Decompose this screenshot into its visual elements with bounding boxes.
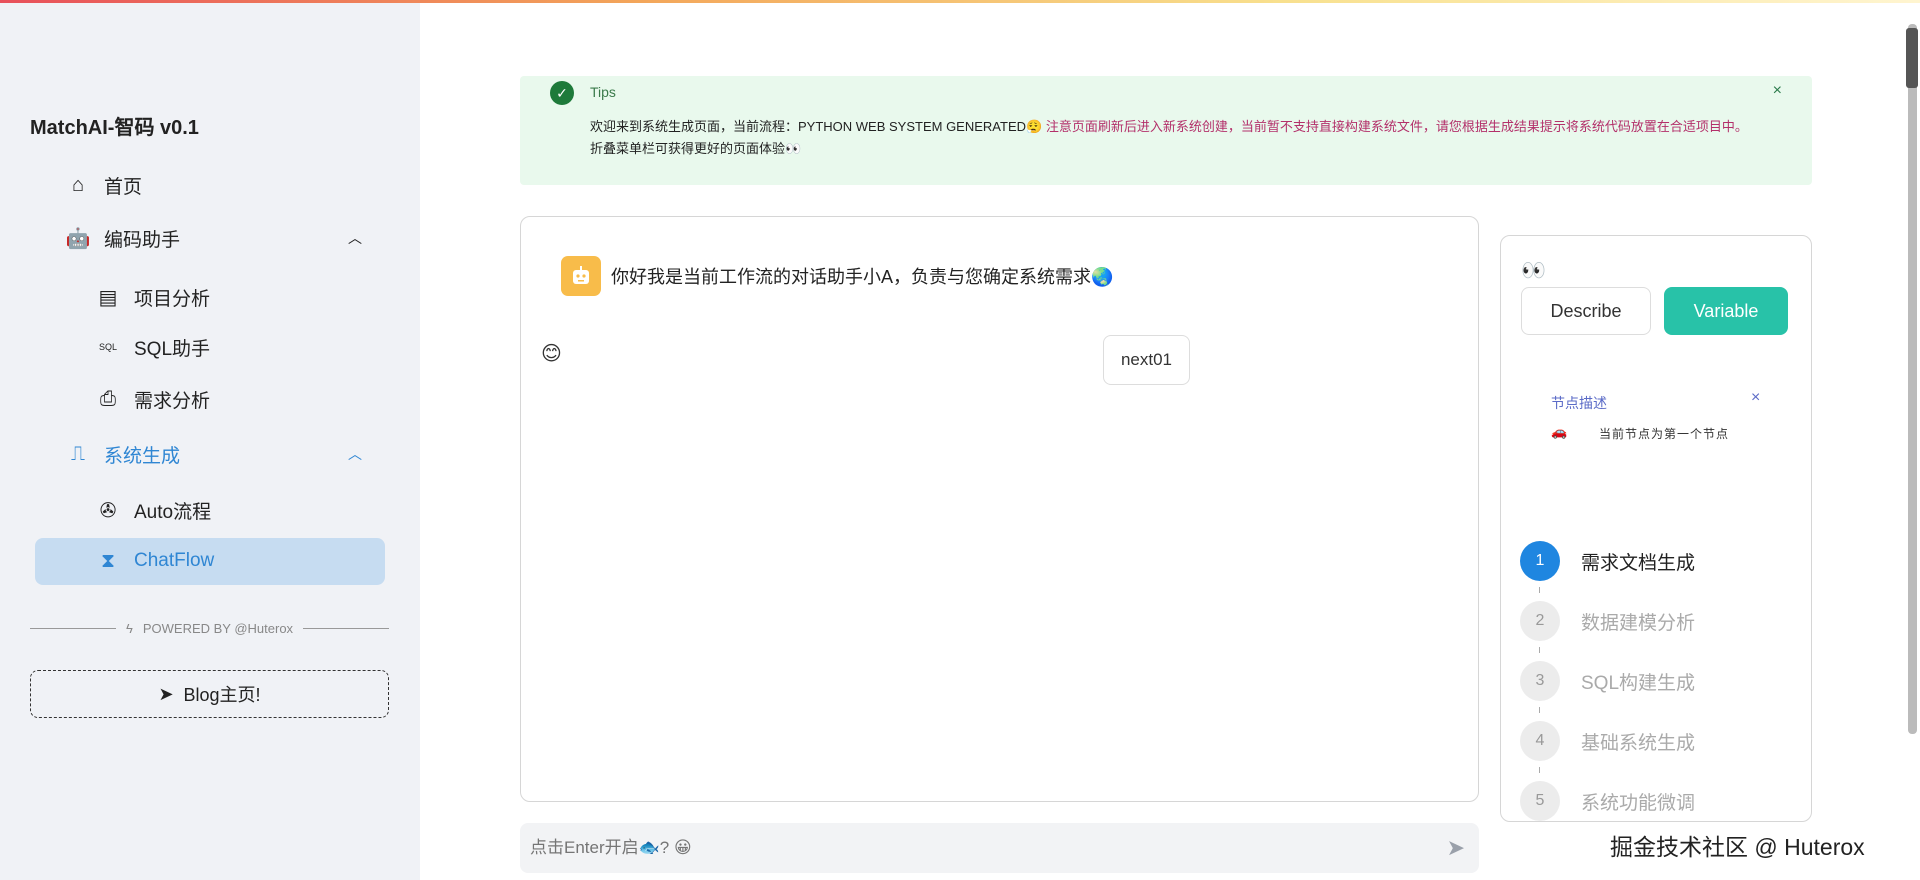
step-connector (1539, 767, 1540, 773)
sidebar-item-coding-assistant[interactable]: 🤖 编码助手 ︿ (64, 216, 362, 260)
step-2: 2 数据建模分析 (1520, 601, 1695, 641)
sidebar-item-home[interactable]: ⌂ 首页 (64, 163, 142, 207)
eyes-emoji: 👀 (1521, 260, 1546, 282)
label: 需求分析 (134, 390, 211, 412)
node-description-title: 节点描述 (1551, 395, 1607, 411)
step-number: 4 (1520, 721, 1560, 761)
sidebar-item-auto-flow[interactable]: ✇ Auto流程 (94, 488, 211, 532)
check-circle-icon: ✓ (550, 81, 574, 105)
home-icon: ⌂ (71, 173, 85, 196)
divider (303, 628, 390, 629)
sidebar-item-sql-assistant[interactable]: SQL SQL助手 (94, 325, 210, 369)
comment-icon: ▤ (98, 286, 118, 309)
blog-label: Blog主页! (183, 685, 261, 705)
tips-warning: 注意页面刷新后进入新系统创建，当前暂不支持直接构建系统文件，请您根据生成结果提示… (1045, 119, 1748, 134)
sidebar-item-project-analysis[interactable]: ▤ 项目分析 (94, 275, 210, 319)
sidebar-item-chatflow[interactable]: ⧗ ChatFlow (94, 539, 214, 583)
step-number: 3 (1520, 661, 1560, 701)
powered-text: POWERED BY @Huterox (142, 621, 294, 636)
describe-button[interactable]: Describe (1521, 287, 1651, 335)
send-icon[interactable]: ➤ (1447, 835, 1465, 861)
tips-tail: 折叠菜单栏可获得更好的页面体验👀 (590, 141, 802, 156)
page-scrollbar[interactable] (1908, 24, 1917, 734)
step-connector (1539, 647, 1540, 653)
label: 项目分析 (134, 288, 211, 310)
label: 编码助手 (104, 229, 181, 251)
label: Auto流程 (134, 501, 212, 523)
sql-file-icon: SQL (98, 342, 117, 352)
bot-avatar-icon (561, 256, 601, 296)
divider (30, 628, 116, 629)
label: SQL助手 (134, 338, 211, 360)
step-label: 系统功能微调 (1581, 792, 1696, 814)
step-1: 1 需求文档生成 (1520, 541, 1695, 581)
robot-icon: 🤖 (65, 227, 91, 250)
step-4: 4 基础系统生成 (1520, 721, 1695, 761)
chevron-up-icon: ︿ (348, 446, 362, 462)
step-label: SQL构建生成 (1581, 672, 1696, 694)
app-title: MatchAI-智码 v0.1 (30, 117, 199, 139)
flow-icon: ⎍ (71, 442, 85, 465)
bolt-icon: ϟ (125, 621, 133, 636)
tips-alert: ✓ Tips × 欢迎来到系统生成页面，当前流程：PYTHON WEB SYST… (520, 76, 1812, 185)
node-description-text: 当前节点为第一个节点 (1599, 427, 1730, 441)
workflow-panel: 👀 Describe Variable 节点描述 × 🚗 当前节点为第一个节点 … (1500, 235, 1812, 822)
document-icon: ⎙ (100, 387, 116, 410)
step-5: 5 系统功能微调 (1520, 781, 1695, 821)
bot-message: 你好我是当前工作流的对话助手小A，负责与您确定系统需求🌏 (611, 267, 1114, 287)
variable-button[interactable]: Variable (1664, 287, 1788, 335)
blog-button[interactable]: ➤ Blog主页! (30, 670, 389, 718)
step-number: 1 (1520, 541, 1560, 581)
step-number: 5 (1520, 781, 1560, 821)
hourglass-icon: ⧗ (100, 549, 116, 572)
node-close-button[interactable]: × (1751, 389, 1760, 407)
chevron-up-icon: ︿ (348, 230, 362, 246)
label: 系统生成 (104, 445, 181, 467)
watermark: 掘金技术社区 @ Huterox (1610, 834, 1865, 860)
car-icon: 🚗 (1551, 424, 1568, 439)
user-avatar-emoji: 😊 (541, 343, 562, 365)
step-label: 数据建模分析 (1581, 612, 1696, 634)
label: ChatFlow (134, 550, 215, 571)
close-tips-button[interactable]: × (1773, 82, 1782, 100)
scrollbar-thumb[interactable] (1906, 28, 1918, 88)
next-button[interactable]: next01 (1103, 335, 1190, 385)
aperture-icon: ✇ (99, 499, 117, 522)
sidebar-item-requirement-analysis[interactable]: ⎙ 需求分析 (94, 377, 210, 421)
step-connector (1539, 707, 1540, 713)
chat-input-bar: ➤ (520, 823, 1479, 873)
tips-title: Tips (590, 84, 616, 100)
powered-by: ϟ POWERED BY @Huterox (30, 621, 390, 636)
step-connector (1539, 587, 1540, 593)
label: 首页 (104, 176, 143, 198)
step-number: 2 (1520, 601, 1560, 641)
tips-text: 欢迎来到系统生成页面，当前流程：PYTHON WEB SYSTEM GENERA… (590, 119, 1043, 134)
tips-body: 欢迎来到系统生成页面，当前流程：PYTHON WEB SYSTEM GENERA… (590, 116, 1760, 160)
sidebar: MatchAI-智码 v0.1 ⌂ 首页 🤖 编码助手 ︿ ▤ 项目分析 SQL SQL助… (0, 3, 420, 880)
chat-input[interactable] (530, 838, 1447, 858)
step-label: 需求文档生成 (1581, 552, 1696, 574)
step-label: 基础系统生成 (1581, 732, 1696, 754)
chat-window: 你好我是当前工作流的对话助手小A，负责与您确定系统需求🌏 😊 next01 (520, 216, 1479, 802)
step-3: 3 SQL构建生成 (1520, 661, 1695, 701)
sidebar-item-system-generation[interactable]: ⎍ 系统生成 ︿ (64, 432, 362, 476)
send-icon: ➤ (158, 683, 174, 704)
